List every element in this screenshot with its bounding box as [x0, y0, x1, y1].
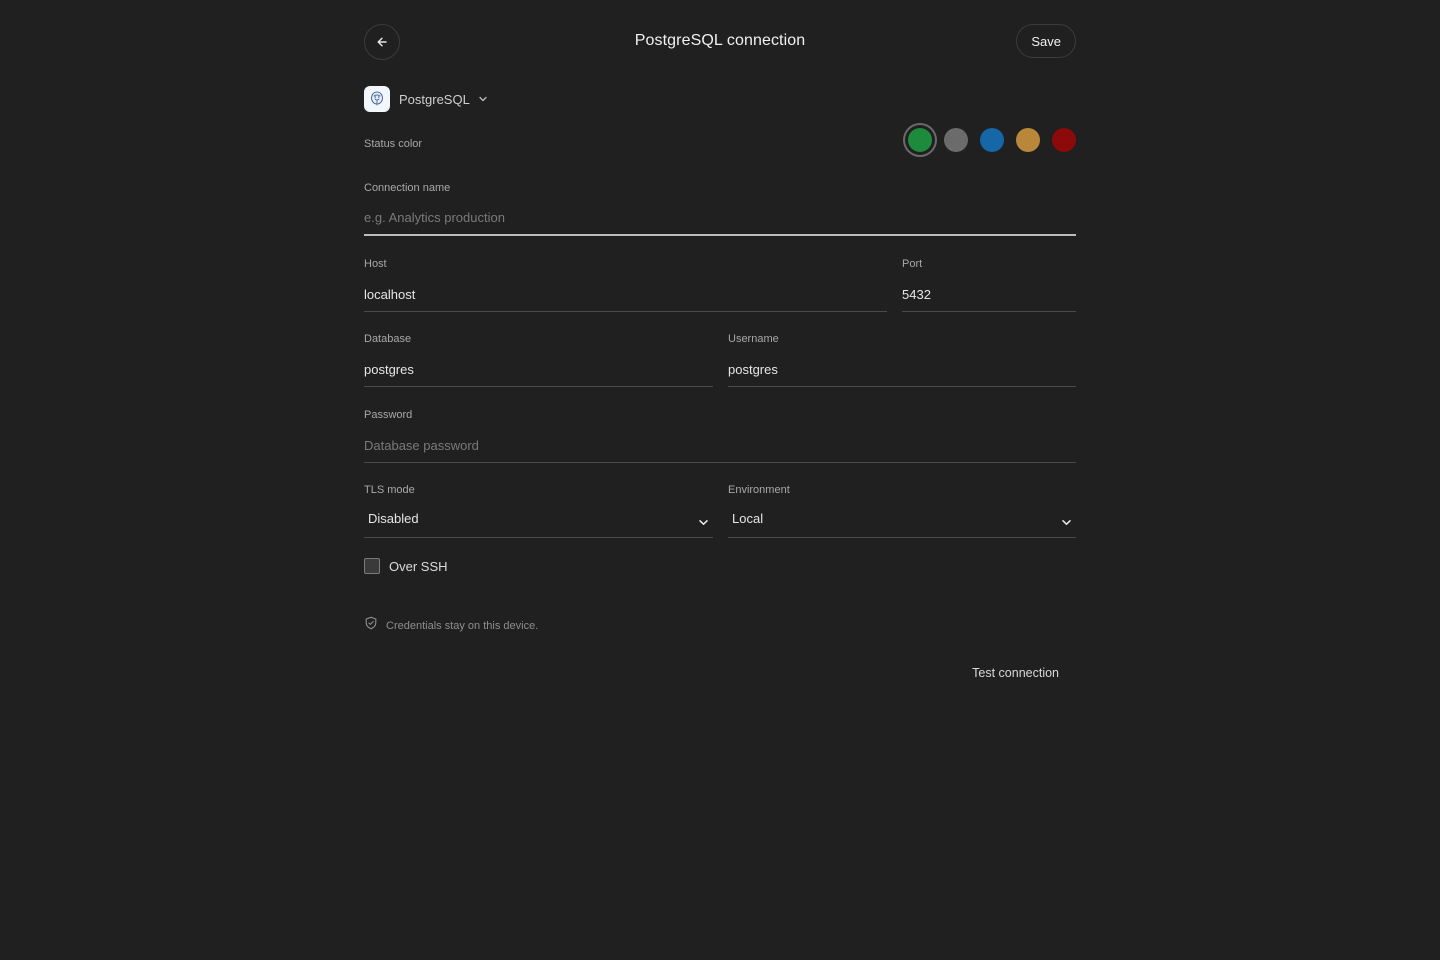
connection-name-label: Connection name	[364, 182, 451, 194]
environment-label: Environment	[728, 484, 790, 496]
status-color-swatch[interactable]	[1016, 128, 1040, 152]
chevron-down-icon	[478, 94, 488, 104]
page-title: PostgreSQL connection	[634, 32, 806, 49]
host-input[interactable]	[364, 285, 887, 312]
chevron-down-icon	[1061, 515, 1076, 533]
database-input[interactable]	[364, 360, 713, 387]
connection-page: PostgreSQL connection Save PostgreSQL St…	[0, 0, 1440, 960]
database-label: Database	[364, 333, 412, 345]
port-label: Port	[902, 258, 923, 270]
connection-form: PostgreSQL connection Save PostgreSQL St…	[364, 24, 1076, 680]
over-ssh-label: Over SSH	[389, 558, 448, 574]
over-ssh-checkbox[interactable]	[364, 558, 380, 574]
password-input[interactable]	[364, 436, 1076, 463]
port-field: Port	[902, 257, 1076, 312]
status-color-swatch[interactable]	[1052, 128, 1076, 152]
tls-mode-select[interactable]: Disabled	[364, 511, 713, 538]
connection-name-input[interactable]	[364, 209, 1076, 236]
port-input[interactable]	[902, 285, 1076, 312]
environment-value: Local	[732, 511, 764, 526]
environment-field: Environment Local	[728, 483, 1076, 538]
over-ssh-row[interactable]: Over SSH	[364, 558, 448, 574]
username-input[interactable]	[728, 360, 1076, 387]
status-color-swatch[interactable]	[908, 128, 932, 152]
status-color-label: Status color	[364, 138, 423, 150]
tls-mode-label: TLS mode	[364, 484, 415, 496]
password-field: Password	[364, 408, 1076, 463]
username-label: Username	[728, 333, 779, 345]
header: PostgreSQL connection Save	[364, 24, 1076, 60]
chevron-down-icon	[698, 515, 713, 533]
status-color-swatch[interactable]	[980, 128, 1004, 152]
driver-selector[interactable]: PostgreSQL	[364, 86, 488, 112]
credentials-note: Credentials stay on this device.	[364, 616, 538, 635]
status-color-swatches	[896, 128, 1076, 152]
connection-name-field: Connection name	[364, 181, 1076, 236]
environment-select[interactable]: Local	[728, 511, 1076, 538]
driver-label: PostgreSQL	[399, 91, 470, 107]
host-field: Host	[364, 257, 887, 312]
database-field: Database	[364, 332, 713, 387]
save-button[interactable]: Save	[1016, 24, 1076, 58]
tls-mode-field: TLS mode Disabled	[364, 483, 713, 538]
credentials-note-text: Credentials stay on this device.	[386, 619, 539, 632]
password-label: Password	[364, 409, 413, 421]
status-color-swatch[interactable]	[944, 128, 968, 152]
shield-check-icon	[364, 616, 378, 635]
postgresql-logo-icon	[364, 86, 390, 112]
tls-mode-value: Disabled	[368, 511, 419, 526]
host-label: Host	[364, 258, 387, 270]
username-field: Username	[728, 332, 1076, 387]
test-connection-button[interactable]: Test connection	[972, 666, 1059, 680]
status-color-row: Status color	[364, 128, 1076, 162]
